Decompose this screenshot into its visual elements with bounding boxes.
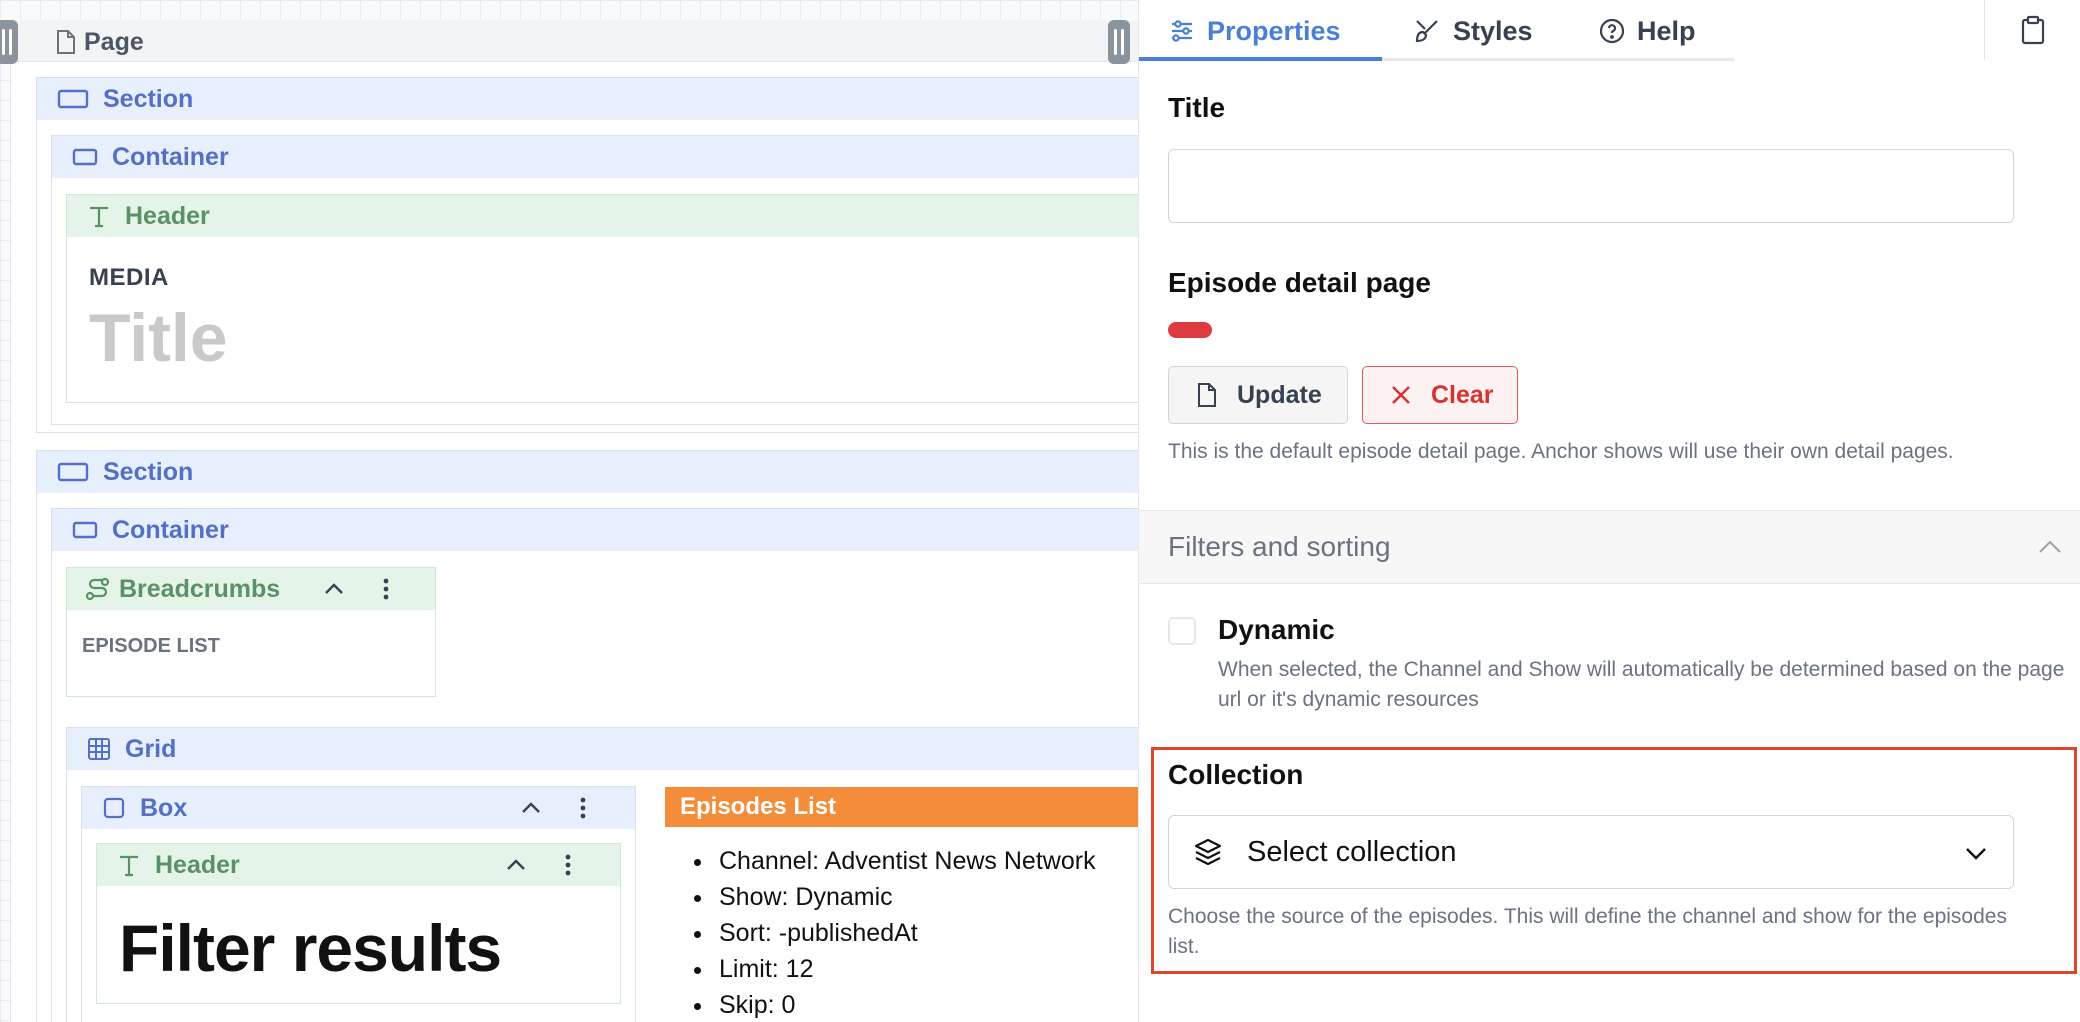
page-block-bar[interactable]: Page xyxy=(10,20,1138,62)
brush-icon xyxy=(1413,17,1441,45)
list-item: Channel: Adventist News Network xyxy=(715,843,1096,879)
tab-help-label: Help xyxy=(1637,15,1696,46)
filter-results-heading[interactable]: Filter results xyxy=(119,910,502,986)
container-bar[interactable]: Container xyxy=(52,509,1138,551)
file-icon xyxy=(1195,382,1219,408)
section-label: Section xyxy=(103,457,194,486)
route-icon xyxy=(85,576,111,602)
clipboard-icon xyxy=(2020,15,2046,45)
dynamic-help: When selected, the Channel and Show will… xyxy=(1218,658,2065,711)
chevron-up-icon[interactable] xyxy=(321,576,347,602)
tab-properties-label: Properties xyxy=(1207,15,1341,46)
page-label: Page xyxy=(84,28,144,56)
status-badge xyxy=(1168,322,1212,338)
chevron-down-icon xyxy=(1963,842,1989,864)
clear-button[interactable]: Clear xyxy=(1362,366,1518,424)
box-icon xyxy=(102,796,126,820)
clear-button-label: Clear xyxy=(1431,380,1494,409)
properties-panel: Properties Styles Help Title Episode det… xyxy=(1138,0,2080,1022)
chevron-up-icon[interactable] xyxy=(2037,535,2063,561)
grid-bar[interactable]: Grid xyxy=(67,728,1138,770)
panel-tabs: Properties Styles Help xyxy=(1139,0,2080,62)
header-bar[interactable]: Header xyxy=(67,195,1138,237)
header-block[interactable]: Header MEDIA Title xyxy=(66,194,1138,403)
grid-icon xyxy=(87,737,111,761)
header-block[interactable]: Header Filter results xyxy=(96,843,621,1004)
more-vertical-icon[interactable] xyxy=(373,576,399,602)
episodes-list-bar[interactable]: Episodes List xyxy=(665,787,1138,827)
text-icon xyxy=(87,204,111,228)
right-resize-handle[interactable] xyxy=(1108,20,1130,64)
more-vertical-icon[interactable] xyxy=(555,852,581,878)
container-icon xyxy=(72,519,98,541)
sliders-icon xyxy=(1169,18,1195,44)
dynamic-label[interactable]: Dynamic xyxy=(1218,614,1335,646)
list-item: Skip: 0 xyxy=(715,987,1096,1022)
dynamic-checkbox[interactable] xyxy=(1168,617,1196,645)
list-item: Sort: -publishedAt xyxy=(715,915,1096,951)
episode-detail-label: Episode detail page xyxy=(1168,267,1431,298)
left-resize-handle[interactable] xyxy=(0,20,18,64)
section-icon xyxy=(57,461,89,483)
section-bar[interactable]: Section xyxy=(37,451,1138,493)
title-placeholder[interactable]: Title xyxy=(89,299,228,377)
editor-canvas: Page Section Container Header MEDIA Titl… xyxy=(0,0,1138,1022)
header-label: Header xyxy=(155,850,240,879)
help-circle-icon xyxy=(1599,18,1625,44)
collection-label: Collection xyxy=(1168,759,1304,790)
text-icon xyxy=(117,853,141,877)
breadcrumbs-label: Breadcrumbs xyxy=(119,574,281,603)
chevron-up-icon[interactable] xyxy=(518,795,544,821)
filters-section-label: Filters and sorting xyxy=(1168,531,1391,562)
episode-detail-help: This is the default episode detail page.… xyxy=(1168,440,1954,463)
tab-help[interactable]: Help xyxy=(1599,0,1696,62)
episodes-list-block[interactable]: Episodes List Channel: Adventist News Ne… xyxy=(665,787,1138,1022)
update-button[interactable]: Update xyxy=(1168,366,1348,424)
active-tab-indicator xyxy=(1139,57,1382,61)
media-eyebrow: MEDIA xyxy=(89,264,169,291)
section-label: Section xyxy=(103,84,194,113)
grid-label: Grid xyxy=(125,734,177,763)
list-item: Show: Dynamic xyxy=(715,879,1096,915)
header-label: Header xyxy=(125,201,210,230)
section-icon xyxy=(57,88,89,110)
tab-styles[interactable]: Styles xyxy=(1413,0,1533,62)
box-label: Box xyxy=(140,793,188,822)
container-bar[interactable]: Container xyxy=(52,136,1138,178)
collection-select[interactable]: Select collection xyxy=(1168,815,2014,889)
tab-styles-label: Styles xyxy=(1453,15,1533,46)
list-item: Limit: 12 xyxy=(715,951,1096,987)
chevron-up-icon[interactable] xyxy=(503,852,529,878)
section-bar[interactable]: Section xyxy=(37,78,1138,120)
container-label: Container xyxy=(112,515,229,544)
file-icon xyxy=(54,29,78,55)
title-field-label: Title xyxy=(1168,92,1226,123)
container-icon xyxy=(72,146,98,168)
clipboard-button[interactable] xyxy=(1984,0,2080,60)
episodes-list-config: Channel: Adventist News Network Show: Dy… xyxy=(715,843,1096,1022)
collection-select-value: Select collection xyxy=(1247,835,1457,868)
collection-help: Choose the source of the episodes. This … xyxy=(1168,905,2007,958)
tab-properties[interactable]: Properties xyxy=(1169,0,1341,62)
layers-icon xyxy=(1193,837,1223,867)
title-input[interactable] xyxy=(1168,149,2014,223)
filters-section-header[interactable]: Filters and sorting xyxy=(1139,510,2080,584)
more-vertical-icon[interactable] xyxy=(570,795,596,821)
container-label: Container xyxy=(112,142,229,171)
update-button-label: Update xyxy=(1237,380,1322,409)
breadcrumb-text: EPISODE LIST xyxy=(82,635,220,657)
breadcrumbs-block[interactable]: Breadcrumbs EPISODE LIST xyxy=(66,567,436,697)
close-icon xyxy=(1389,383,1413,407)
